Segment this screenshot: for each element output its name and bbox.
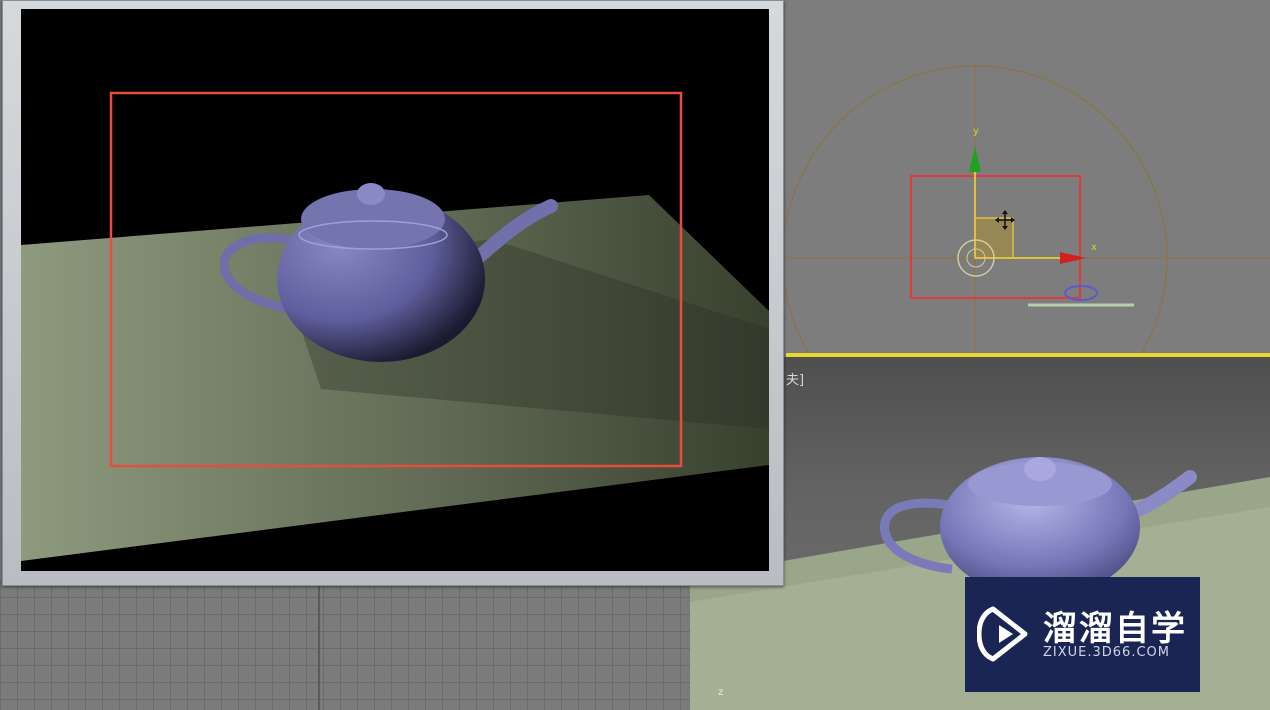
axis-z-label: z [718,687,724,698]
render-canvas [21,9,769,571]
axis-y-label: y [973,126,979,137]
render-scene [21,91,769,561]
rendered-frame-window[interactable] [2,0,784,586]
gizmo-x-arrow-icon[interactable] [1060,252,1086,264]
top-grid-viewport[interactable] [0,580,690,710]
grid-axis-line [318,580,320,710]
watermark-subtitle: ZIXUE.3D66.COM [1043,645,1170,660]
gizmo-plane-handle[interactable] [974,217,1014,259]
gizmo-y-arrow-icon[interactable] [969,146,981,172]
viewport-label[interactable]: 夫] [786,369,804,388]
axis-x-label: x [1091,242,1097,253]
play-logo-icon [977,606,1028,662]
front-viewport-scene [786,64,1270,356]
front-viewport[interactable]: y x [786,0,1270,356]
watermark-title: 溜溜自学 [1043,609,1187,649]
light-cone-circle [786,65,1168,356]
watermark-badge: 溜溜自学 ZIXUE.3D66.COM [965,577,1200,692]
